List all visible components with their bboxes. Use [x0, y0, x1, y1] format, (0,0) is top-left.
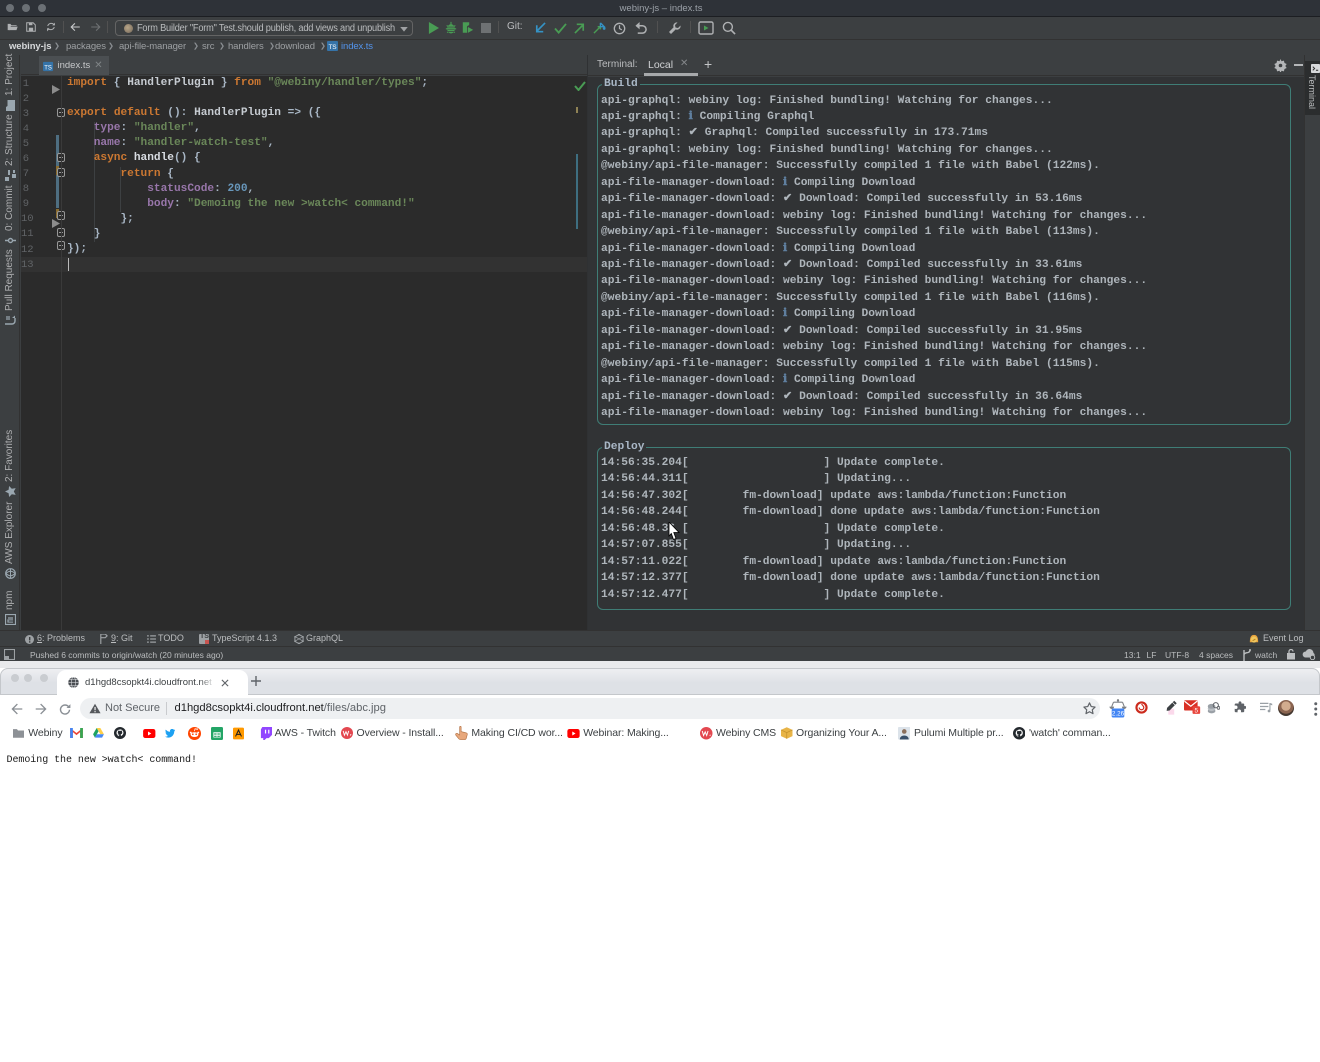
svg-text:TS: TS: [44, 65, 52, 71]
svg-text:5: 5: [1195, 707, 1199, 714]
svg-text:2.26: 2.26: [1112, 711, 1125, 718]
svg-text:TS: TS: [328, 44, 337, 51]
